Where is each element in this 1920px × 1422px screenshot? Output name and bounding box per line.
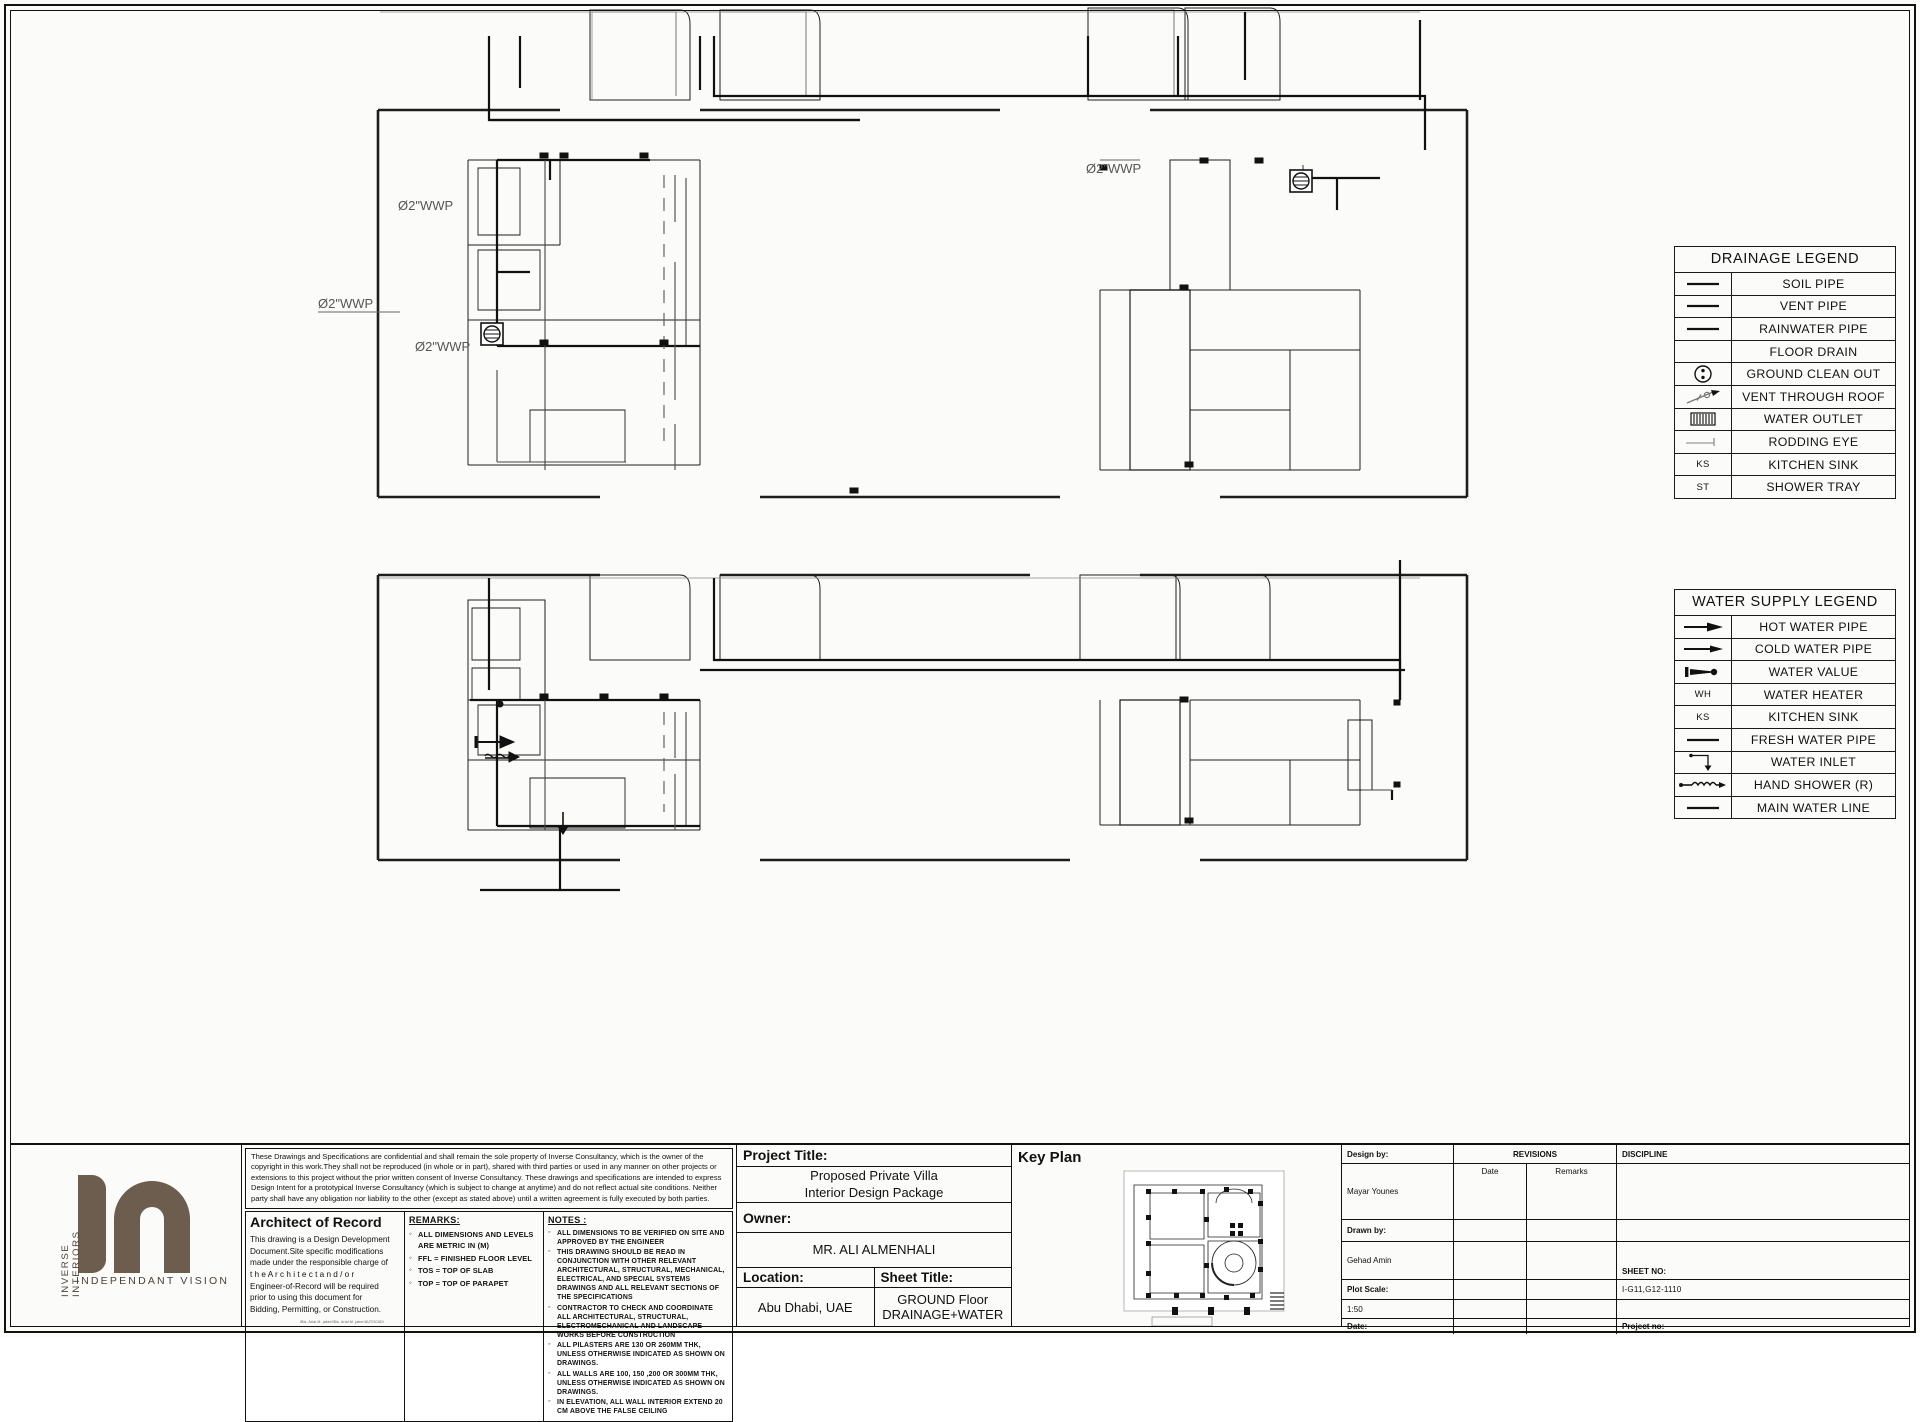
drawing-sheet: Ø2"WWP Ø2"WWP Ø2"WWP Ø2"WWP DRAINAGE LEG… bbox=[0, 0, 1920, 1422]
note-item: ALL PILASTERS ARE 130 OR 260MM THK, UNLE… bbox=[548, 1341, 728, 1369]
sheet-border-inner bbox=[10, 10, 1910, 1327]
note-item: IN ELEVATION, ALL WALL INTERIOR EXTEND 2… bbox=[548, 1398, 728, 1417]
note-item: ALL WALLS ARE 100, 150 ,200 OR 300MM THK… bbox=[548, 1370, 728, 1398]
